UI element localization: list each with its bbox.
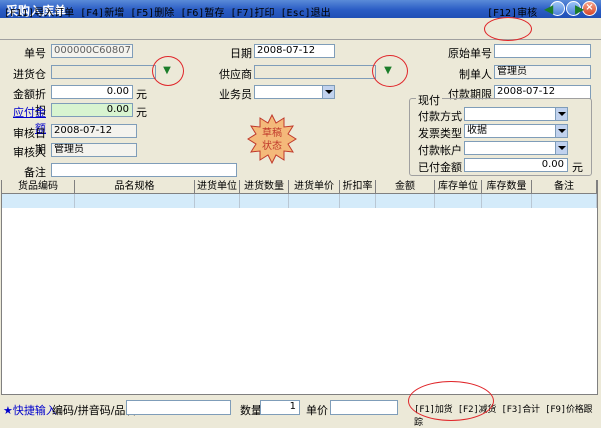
column-header[interactable]: 备注 [532, 180, 597, 194]
invoice-type-label: 发票类型 [418, 127, 462, 140]
discount-field[interactable]: 0.00 [51, 85, 133, 99]
table-cell[interactable] [532, 194, 597, 208]
remark-field[interactable] [51, 163, 237, 177]
annotation-circle-supplier [372, 55, 408, 87]
draft-status-stamp: 草稿 状态 [247, 114, 297, 164]
preparer-field: 管理员 [494, 65, 591, 79]
column-header[interactable]: 库存单位 [435, 180, 482, 194]
due-date-field[interactable]: 2008-07-12 [494, 85, 591, 99]
quantity-label: 数量 [240, 404, 262, 417]
column-header[interactable]: 进货数量 [240, 180, 289, 194]
quick-input-label: ★快捷输入 [3, 404, 57, 417]
warehouse-field[interactable] [51, 65, 156, 79]
annotation-circle-shortcuts [408, 381, 494, 421]
table-cell[interactable] [435, 194, 482, 208]
payment-group-legend: 现付 [416, 92, 442, 108]
payment-account-dropdown[interactable] [464, 141, 568, 155]
auditor-label: 审核人 [13, 146, 46, 159]
audit-date-field: 2008-07-12 [51, 124, 137, 138]
auditor-field: 管理员 [51, 143, 137, 157]
column-header[interactable]: 金额 [376, 180, 435, 194]
stamp-line1: 草稿 [262, 126, 282, 139]
column-header[interactable]: 货品编码 [2, 180, 75, 194]
column-header[interactable]: 品名规格 [75, 180, 195, 194]
payable-unit: 元 [136, 106, 147, 119]
price-label: 单价 [306, 404, 328, 417]
date-field[interactable]: 2008-07-12 [254, 44, 335, 58]
salesperson-dropdown[interactable] [254, 85, 335, 99]
date-label: 日期 [230, 47, 252, 60]
prev-record-icon[interactable]: ◀ [544, 3, 558, 15]
table-cell[interactable] [376, 194, 435, 208]
payment-method-label: 付款方式 [418, 110, 462, 123]
chevron-down-icon[interactable] [555, 142, 567, 154]
toolbar-commands[interactable]: [F11]导入订单 [F4]新增 [F5]删除 [F6]暂存 [F7]打印 [E… [4, 4, 331, 19]
column-header[interactable]: 进货单位 [195, 180, 240, 194]
paid-amount-label: 已付金额 [418, 161, 462, 174]
warehouse-label: 进货仓 [13, 68, 46, 81]
supplier-label: 供应商 [219, 68, 252, 81]
column-header[interactable]: 库存数量 [482, 180, 532, 194]
supplier-field[interactable] [254, 65, 376, 79]
chevron-down-icon[interactable] [555, 125, 567, 137]
remark-label: 备注 [24, 166, 46, 179]
quantity-input[interactable]: 1 [260, 400, 300, 415]
salesperson-label: 业务员 [219, 88, 252, 101]
table-cell[interactable] [482, 194, 532, 208]
chevron-down-icon[interactable] [555, 108, 567, 120]
payment-method-dropdown[interactable] [464, 107, 568, 121]
original-no-label: 原始单号 [448, 47, 492, 60]
original-no-field[interactable] [494, 44, 591, 58]
items-table[interactable] [1, 180, 598, 395]
table-cell[interactable] [340, 194, 376, 208]
table-cell[interactable] [240, 194, 289, 208]
stamp-badge-icon [247, 114, 297, 164]
table-cell[interactable] [75, 194, 195, 208]
chevron-down-icon[interactable] [322, 86, 334, 98]
column-header[interactable]: 折扣率 [340, 180, 376, 194]
code-input[interactable] [126, 400, 231, 415]
discount-unit: 元 [136, 88, 147, 101]
column-header[interactable]: 进货单价 [289, 180, 340, 194]
paid-amount-field[interactable]: 0.00 [464, 158, 568, 172]
order-no-label: 单号 [24, 47, 46, 60]
order-no-field[interactable]: 000000C60807120005 [51, 44, 133, 58]
stamp-line2: 状态 [262, 139, 282, 152]
payment-account-label: 付款帐户 [418, 144, 462, 157]
table-cell[interactable] [195, 194, 240, 208]
invoice-type-dropdown[interactable]: 收据 [464, 124, 568, 138]
table-cell[interactable] [289, 194, 340, 208]
code-label: 编码/拼音码/品名 [52, 404, 137, 417]
annotation-circle-warehouse [152, 56, 184, 86]
paid-amount-unit: 元 [572, 161, 583, 174]
preparer-label: 制单人 [459, 68, 492, 81]
payable-field: 0.00 [51, 103, 133, 117]
table-cell[interactable] [2, 194, 75, 208]
price-input[interactable] [330, 400, 398, 415]
annotation-circle-audit [484, 17, 532, 41]
next-record-icon[interactable]: ▶ [575, 3, 589, 15]
